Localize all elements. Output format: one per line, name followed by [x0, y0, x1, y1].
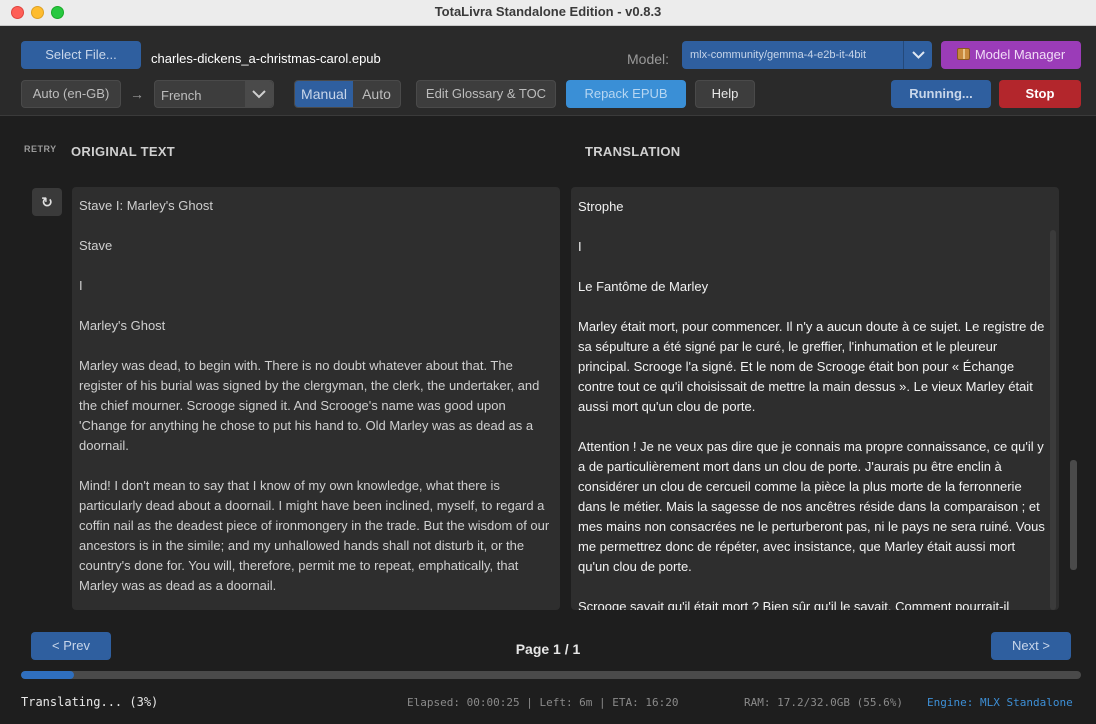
retry-icon[interactable]: ↻: [32, 188, 62, 216]
model-label: Model:: [627, 51, 670, 67]
translation-scrollbar[interactable]: [1050, 230, 1056, 610]
progress-bar: [21, 671, 1081, 679]
next-button[interactable]: Next >: [991, 632, 1071, 660]
translation-paragraph: Strophe: [578, 199, 624, 214]
original-text-header: ORIGINAL TEXT: [71, 144, 176, 159]
stop-button[interactable]: Stop: [999, 80, 1081, 108]
title-bar: TotaLivra Standalone Edition - v0.8.3: [0, 0, 1096, 26]
mode-auto-button[interactable]: Auto: [353, 81, 400, 107]
original-paragraph: I: [79, 278, 83, 293]
window-title: TotaLivra Standalone Edition - v0.8.3: [434, 4, 662, 19]
mode-manual-button[interactable]: Manual: [295, 81, 353, 107]
progress-fill: [21, 671, 74, 679]
page-indicator: Page 1 / 1: [515, 641, 581, 657]
app-window: TotaLivra Standalone Edition - v0.8.3 Se…: [0, 0, 1096, 724]
model-manager-button[interactable]: Model Manager: [941, 41, 1081, 69]
toolbar: Select File... charles-dickens_a-christm…: [0, 26, 1096, 116]
translation-header: TRANSLATION: [585, 144, 681, 159]
model-select-value: mlx-community/gemma-4-e2b-it-4bit: [690, 49, 867, 61]
translation-paragraph: Attention ! Je ne veux pas dire que je c…: [578, 439, 1045, 574]
file-name-label: charles-dickens_a-christmas-carol.epub: [151, 51, 381, 66]
mode-toggle: Manual Auto: [294, 80, 401, 108]
repack-epub-button[interactable]: Repack EPUB: [566, 80, 686, 108]
translation-panel[interactable]: Strophe I Le Fantôme de Marley Marley était…: [571, 187, 1059, 610]
target-language-value: French: [161, 88, 202, 103]
chevron-down-icon[interactable]: [903, 41, 932, 69]
original-text-panel[interactable]: Stave I: Marley's Ghost Stave I Marley's Gh…: [72, 187, 560, 610]
status-engine: Engine: MLX Standalone: [927, 696, 1073, 709]
original-text-content: Stave I: Marley's Ghost Stave I Marley's Gh…: [79, 196, 555, 610]
original-paragraph: Marley's Ghost: [79, 318, 166, 333]
arrow-icon: →: [130, 86, 144, 102]
box-icon: [956, 48, 970, 60]
page-scrollbar[interactable]: [1070, 460, 1077, 570]
status-ram: RAM: 17.2/32.0GB (55.6%): [744, 696, 903, 709]
model-select[interactable]: mlx-community/gemma-4-e2b-it-4bit: [682, 41, 932, 69]
edit-glossary-button[interactable]: Edit Glossary & TOC: [416, 80, 556, 108]
translation-paragraph: Le Fantôme de Marley: [578, 279, 709, 294]
original-paragraph: Mind! I don't mean to say that I know of…: [79, 478, 550, 593]
translation-paragraph: Scrooge savait qu'il était mort ? Bien s…: [578, 599, 1010, 610]
model-manager-label: Model Manager: [974, 47, 1066, 62]
translation-paragraph: Marley était mort, pour commencer. Il n'…: [578, 319, 1045, 414]
status-timing: Elapsed: 00:00:25 | Left: 6m | ETA: 16:2…: [407, 696, 679, 709]
source-language-select[interactable]: Auto (en-GB): [21, 80, 121, 108]
running-button[interactable]: Running...: [891, 80, 991, 108]
chevron-down-icon[interactable]: [245, 81, 273, 107]
retry-header: RETRY: [24, 144, 57, 154]
original-paragraph: Marley was dead, to begin with. There is…: [79, 358, 540, 453]
translation-paragraph: I: [578, 239, 582, 254]
original-paragraph: Stave I: Marley's Ghost: [79, 198, 213, 213]
original-paragraph: Stave: [79, 238, 113, 253]
target-language-select[interactable]: French: [154, 80, 274, 108]
translation-content: Strophe I Le Fantôme de Marley Marley était…: [578, 197, 1048, 610]
status-translating: Translating... (3%): [21, 695, 159, 709]
help-button[interactable]: Help: [695, 80, 755, 108]
select-file-button[interactable]: Select File...: [21, 41, 141, 69]
